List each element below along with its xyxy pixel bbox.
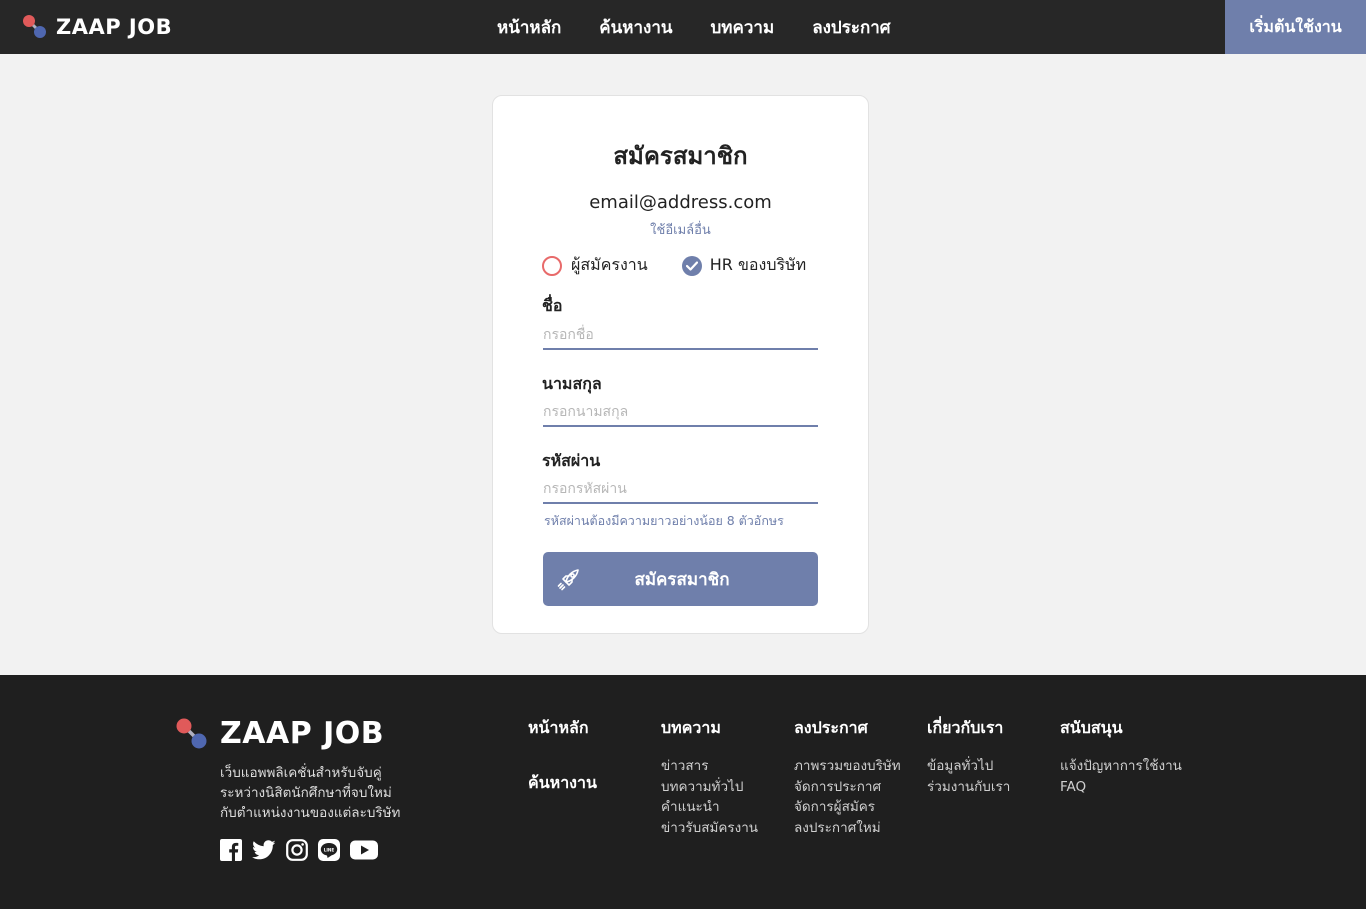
footer-column-title[interactable]: บทความ bbox=[661, 716, 758, 741]
nav-articles[interactable]: บทความ bbox=[711, 14, 775, 41]
footer-description-line: กับตำแหน่งงานของแต่ละบริษัท bbox=[220, 805, 401, 821]
instagram-icon[interactable] bbox=[286, 839, 308, 865]
footer-link[interactable]: ลงประกาศใหม่ bbox=[794, 818, 901, 839]
footer-link-search-jobs[interactable]: ค้นหางาน bbox=[528, 771, 597, 796]
svg-text:LINE: LINE bbox=[324, 847, 335, 852]
footer-link[interactable]: แจ้งปัญหาการใช้งาน bbox=[1060, 756, 1182, 777]
footer-column-title[interactable]: สนับสนุน bbox=[1060, 716, 1182, 741]
footer-link[interactable]: FAQ bbox=[1060, 777, 1182, 798]
nav-post-job[interactable]: ลงประกาศ bbox=[812, 14, 890, 41]
radio-checked-icon[interactable] bbox=[681, 255, 702, 276]
footer-column-support: สนับสนุน แจ้งปัญหาการใช้งาน FAQ bbox=[1060, 716, 1182, 797]
email-display: email@address.com bbox=[589, 192, 772, 213]
footer-brand-name: ZAAP JOB bbox=[220, 716, 385, 751]
footer-link[interactable]: จัดการประกาศ bbox=[794, 777, 901, 798]
zaap-logo-icon bbox=[22, 14, 48, 40]
role-option-label: HR ของบริษัท bbox=[709, 255, 807, 274]
youtube-icon[interactable] bbox=[350, 839, 378, 865]
footer-main-links: หน้าหลัก ค้นหางาน bbox=[528, 716, 597, 811]
last-name-field[interactable] bbox=[543, 399, 818, 427]
nav-home[interactable]: หน้าหลัก bbox=[497, 14, 561, 41]
footer-column-post-job: ลงประกาศ ภาพรวมของบริษัท จัดการประกาศ จั… bbox=[794, 716, 901, 839]
use-other-email-link[interactable]: ใช้อีเมล์อื่น bbox=[493, 219, 868, 240]
signup-card: สมัครสมาชิก email@address.com ใช้อีเมล์อ… bbox=[492, 95, 869, 634]
footer-description-line: เว็บแอพพลิเคชั่นสำหรับจับคู่ bbox=[220, 765, 382, 781]
brand-name: ZAAP JOB bbox=[56, 15, 173, 39]
facebook-icon[interactable] bbox=[220, 839, 242, 865]
main-nav: หน้าหลัก ค้นหางาน บทความ ลงประกาศ bbox=[497, 0, 929, 54]
password-field[interactable] bbox=[543, 476, 818, 504]
radio-unchecked-icon[interactable] bbox=[542, 255, 562, 276]
footer-column-articles: บทความ ข่าวสาร บทความทั่วไป คำแนะนำ ข่าว… bbox=[661, 716, 758, 839]
footer-link[interactable]: บทความทั่วไป bbox=[661, 777, 758, 798]
last-name-label: นามสกุล bbox=[542, 374, 602, 393]
role-option-label: ผู้สมัครงาน bbox=[571, 255, 648, 274]
footer-brand[interactable]: ZAAP JOB bbox=[176, 716, 384, 751]
top-navbar: ZAAP JOB หน้าหลัก ค้นหางาน บทความ ลงประก… bbox=[0, 0, 1366, 54]
zaap-logo-icon bbox=[176, 718, 208, 750]
password-label: รหัสผ่าน bbox=[542, 451, 601, 470]
footer-link[interactable]: ข้อมูลทั่วไป bbox=[927, 756, 1010, 777]
first-name-field[interactable] bbox=[543, 322, 818, 350]
footer-link[interactable]: ข่าวสาร bbox=[661, 756, 758, 777]
nav-search-jobs[interactable]: ค้นหางาน bbox=[599, 14, 672, 41]
footer: ZAAP JOB เว็บแอพพลิเคชั่นสำหรับจับคู่ ระ… bbox=[0, 675, 1366, 909]
line-icon[interactable]: LINE bbox=[318, 839, 340, 865]
footer-column-title[interactable]: เกี่ยวกับเรา bbox=[927, 716, 1010, 741]
twitter-icon[interactable] bbox=[251, 839, 276, 865]
signup-submit-button[interactable]: สมัครสมาชิก bbox=[543, 552, 818, 606]
footer-link[interactable]: ร่วมงานกับเรา bbox=[927, 777, 1010, 798]
get-started-button[interactable]: เริ่มต้นใช้งาน bbox=[1225, 0, 1366, 54]
footer-link[interactable]: จัดการผู้สมัคร bbox=[794, 797, 901, 818]
footer-column-title[interactable]: ลงประกาศ bbox=[794, 716, 901, 741]
page-title: สมัครสมาชิก bbox=[613, 142, 748, 170]
footer-link[interactable]: ภาพรวมของบริษัท bbox=[794, 756, 901, 777]
footer-description: เว็บแอพพลิเคชั่นสำหรับจับคู่ ระหว่างนิสิ… bbox=[220, 763, 420, 823]
footer-link[interactable]: คำแนะนำ bbox=[661, 797, 758, 818]
submit-label: สมัครสมาชิก bbox=[634, 569, 730, 590]
role-option-hr[interactable]: HR ของบริษัท bbox=[681, 253, 807, 278]
brand-logo-link[interactable]: ZAAP JOB bbox=[22, 14, 172, 40]
role-selector: ผู้สมัครงาน HR ของบริษัท bbox=[542, 253, 840, 278]
footer-description-line: ระหว่างนิสิตนักศึกษาที่จบใหม่ bbox=[220, 785, 392, 801]
footer-column-about: เกี่ยวกับเรา ข้อมูลทั่วไป ร่วมงานกับเรา bbox=[927, 716, 1010, 797]
footer-link[interactable]: ข่าวรับสมัครงาน bbox=[661, 818, 758, 839]
first-name-label: ชื่อ bbox=[542, 296, 563, 315]
footer-link-home[interactable]: หน้าหลัก bbox=[528, 716, 597, 741]
password-hint: รหัสผ่านต้องมีความยาวอย่างน้อย 8 ตัวอักษ… bbox=[544, 513, 784, 528]
role-option-applicant[interactable]: ผู้สมัครงาน bbox=[542, 253, 648, 278]
social-links: LINE bbox=[220, 839, 388, 865]
